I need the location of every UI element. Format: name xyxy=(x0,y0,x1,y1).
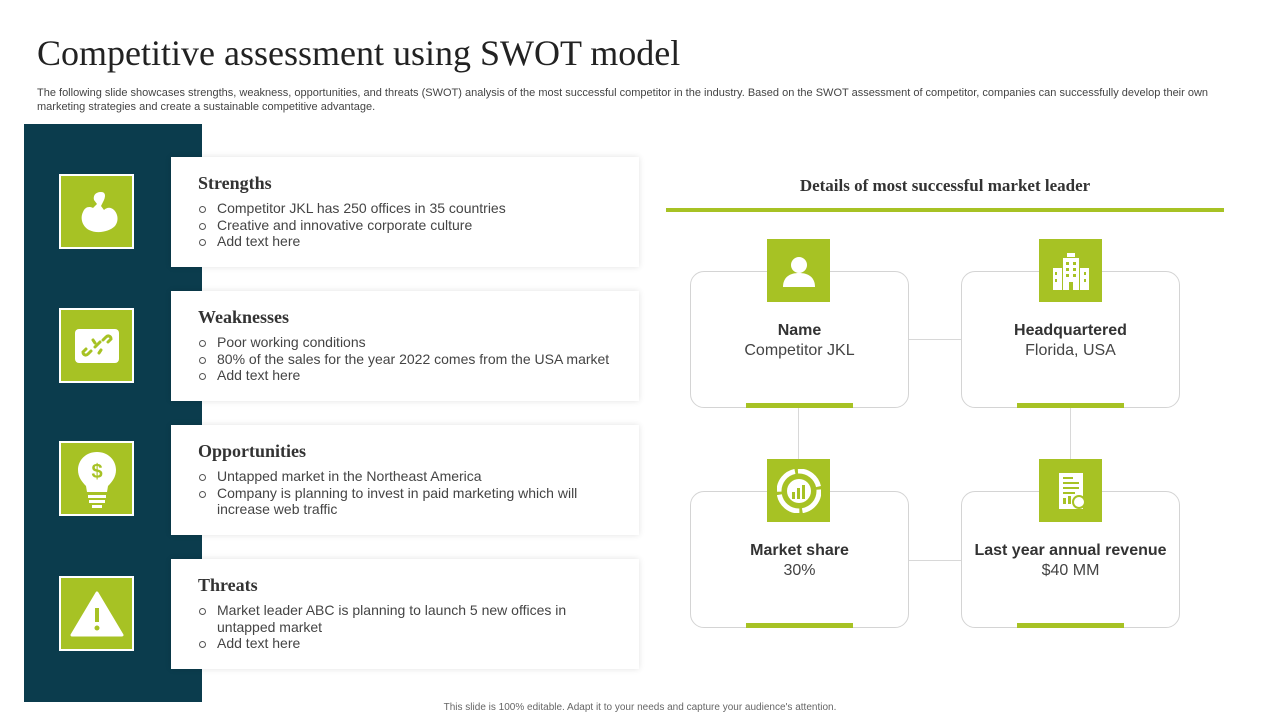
opportunities-heading: Opportunities xyxy=(198,441,307,461)
broken-link-icon xyxy=(59,308,134,383)
strengths-card: Strengths Competitor JKL has 250 offices… xyxy=(171,157,639,267)
card-accent-bar xyxy=(746,403,853,408)
svg-text:$: $ xyxy=(91,461,102,483)
connector-line xyxy=(1070,408,1071,460)
list-item: Creative and innovative corporate cultur… xyxy=(198,217,619,234)
footer-note: This slide is 100% editable. Adapt it to… xyxy=(443,702,837,713)
page-title: Competitive assessment using SWOT model xyxy=(37,33,681,73)
list-item: 80% of the sales for the year 2022 comes… xyxy=(198,351,619,368)
opportunities-list: Untapped market in the Northeast America… xyxy=(198,468,619,518)
card-accent-bar xyxy=(1017,623,1124,628)
threats-card: Threats Market leader ABC is planning to… xyxy=(171,559,639,669)
weaknesses-card: Weaknesses Poor working conditions 80% o… xyxy=(171,291,639,401)
dollar-lightbulb-icon: $ xyxy=(59,441,134,516)
weaknesses-heading: Weaknesses xyxy=(198,307,290,327)
card-accent-bar xyxy=(1017,403,1124,408)
threats-heading: Threats xyxy=(198,575,258,595)
opportunities-card: Opportunities Untapped market in the Nor… xyxy=(171,425,639,535)
annual-revenue-label: Last year annual revenue xyxy=(974,542,1167,559)
weaknesses-list: Poor working conditions 80% of the sales… xyxy=(198,334,619,384)
annual-revenue-value: $40 MM xyxy=(1041,562,1100,579)
headquartered-value: Florida, USA xyxy=(1025,342,1116,359)
connector-line xyxy=(908,560,962,561)
details-rule xyxy=(666,208,1224,212)
flexed-arm-icon xyxy=(59,174,134,249)
name-value: Competitor JKL xyxy=(744,342,855,359)
pie-chart-icon xyxy=(767,459,830,522)
invoice-icon xyxy=(1039,459,1102,522)
list-item: Add text here xyxy=(198,635,619,652)
connector-line xyxy=(908,339,962,340)
building-icon xyxy=(1039,239,1102,302)
list-item: Poor working conditions xyxy=(198,334,619,351)
card-accent-bar xyxy=(746,623,853,628)
list-item: Add text here xyxy=(198,367,619,384)
threats-list: Market leader ABC is planning to launch … xyxy=(198,602,619,652)
list-item: Untapped market in the Northeast America xyxy=(198,468,619,485)
list-item: Add text here xyxy=(198,233,619,250)
strengths-list: Competitor JKL has 250 offices in 35 cou… xyxy=(198,200,619,250)
list-item: Competitor JKL has 250 offices in 35 cou… xyxy=(198,200,619,217)
details-title: Details of most successful market leader xyxy=(799,176,1091,195)
page-subtitle: The following slide showcases strengths,… xyxy=(37,87,1209,113)
market-share-label: Market share xyxy=(750,542,849,559)
strengths-heading: Strengths xyxy=(198,173,272,193)
connector-line xyxy=(798,408,799,460)
warning-icon xyxy=(59,576,134,651)
headquartered-label: Headquartered xyxy=(1014,322,1127,339)
market-share-value: 30% xyxy=(783,562,816,579)
list-item: Company is planning to invest in paid ma… xyxy=(198,485,619,518)
list-item: Market leader ABC is planning to launch … xyxy=(198,602,619,635)
name-label: Name xyxy=(777,322,822,339)
user-icon xyxy=(767,239,830,302)
